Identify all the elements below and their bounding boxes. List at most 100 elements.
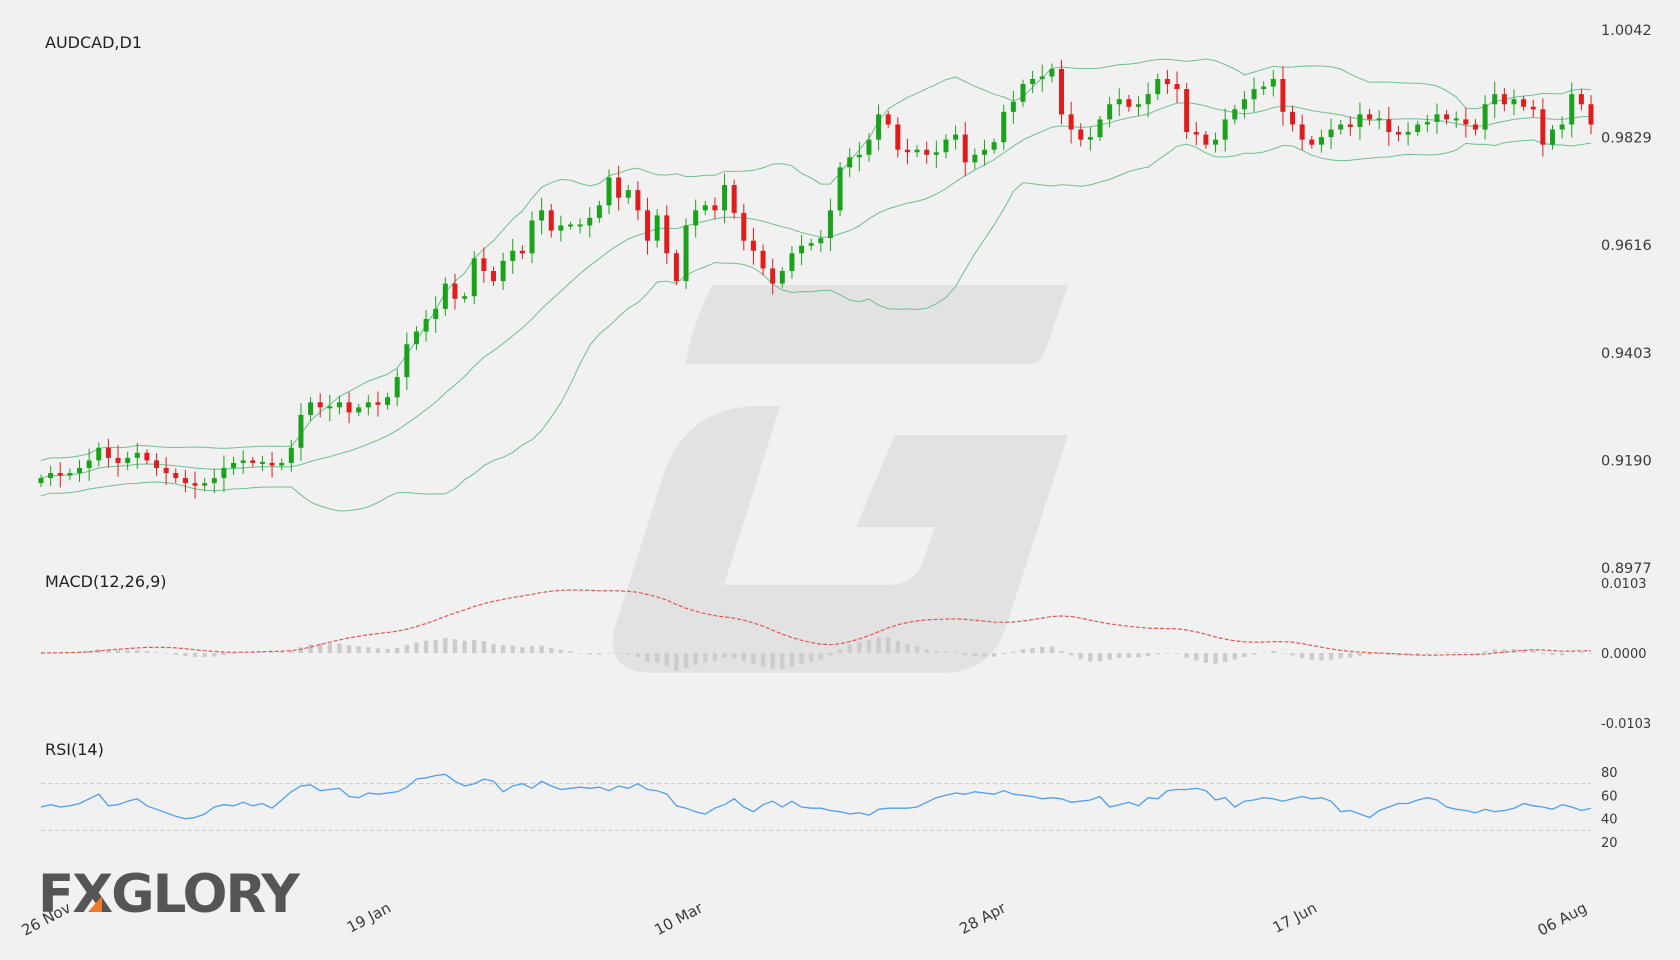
candle-body	[1347, 124, 1353, 127]
main-chart-title: AUDCAD,D1	[45, 33, 142, 52]
macd-histogram-bar	[597, 653, 602, 655]
candle-body	[1511, 99, 1517, 105]
macd-histogram-bar	[1011, 651, 1016, 653]
rsi-tick-label: 60	[1601, 789, 1618, 804]
candle-body	[163, 467, 169, 474]
candle-body	[269, 462, 275, 466]
macd-histogram-bar	[1232, 653, 1237, 660]
chart-root: AUDCAD,D1 1.0042 0.9829 0.9616 0.9403 0.9190…	[0, 0, 1680, 960]
macd-histogram-bar	[1444, 652, 1449, 653]
candle-body	[394, 377, 400, 398]
candle-body	[1549, 129, 1555, 145]
candle-body	[1318, 137, 1324, 145]
candle-body	[1126, 99, 1132, 107]
macd-histogram-bar	[606, 652, 612, 654]
candle-body	[664, 215, 670, 254]
candle-body	[336, 402, 342, 408]
rsi-tick-label: 20	[1601, 836, 1618, 851]
macd-histogram-bar	[395, 647, 400, 653]
candle-body	[67, 473, 73, 476]
macd-histogram-bar	[674, 653, 679, 671]
price-tick-label: 0.9829	[1601, 131, 1652, 147]
candle-body	[1338, 124, 1344, 130]
macd-histogram-bar	[1473, 653, 1478, 654]
candle-body	[404, 344, 410, 378]
macd-histogram-bar	[886, 637, 891, 653]
macd-histogram-bar	[1020, 649, 1026, 653]
macd-histogram-bar	[866, 639, 872, 653]
candle-body	[529, 220, 535, 254]
candle-body	[577, 224, 583, 227]
macd-histogram-bar	[876, 637, 881, 653]
macd-tick-label: -0.0103	[1601, 717, 1651, 732]
candle-body	[327, 406, 333, 409]
candle-body	[914, 149, 920, 153]
macd-histogram-bar	[1145, 653, 1151, 657]
macd-histogram-bar	[1299, 653, 1305, 659]
candle-body	[1020, 84, 1026, 102]
macd-histogram-bar	[924, 649, 929, 653]
candle-body	[1434, 114, 1440, 122]
candle-body	[1521, 99, 1527, 107]
candle-body	[741, 212, 747, 241]
macd-histogram-bar	[135, 650, 140, 653]
macd-histogram-bar	[1540, 653, 1546, 655]
macd-histogram-bar	[712, 653, 718, 661]
macd-histogram-bar	[1434, 652, 1440, 654]
macd-histogram-bar	[337, 643, 342, 653]
candle-body	[1290, 111, 1296, 125]
candle-body	[1540, 109, 1546, 145]
candle-body	[789, 253, 795, 271]
candle-body	[818, 238, 824, 244]
candle-body	[606, 177, 612, 206]
macd-histogram-bar	[452, 639, 458, 653]
candle-body	[635, 190, 641, 211]
macd-histogram-bar	[1280, 653, 1286, 654]
candle-body	[1415, 124, 1421, 133]
candle-body	[1578, 94, 1584, 105]
candle-body	[1492, 94, 1498, 105]
candle-body	[1241, 99, 1247, 110]
candle-body	[953, 134, 959, 140]
candle-body	[500, 260, 506, 282]
candle-body	[1424, 121, 1430, 125]
macd-histogram-bar	[895, 640, 901, 653]
candle-body	[471, 258, 477, 297]
macd-histogram-bar	[1155, 653, 1160, 655]
macd-histogram-bar	[549, 647, 554, 653]
macd-histogram-bar	[520, 647, 525, 653]
candle-body	[1309, 139, 1315, 145]
macd-histogram-bar	[1290, 653, 1295, 656]
macd-title: MACD(12,26,9)	[45, 572, 167, 591]
candle-body	[259, 461, 265, 464]
candle-body	[240, 460, 246, 463]
candle-body	[48, 473, 54, 479]
candle-body	[1058, 68, 1064, 115]
candle-body	[808, 243, 814, 246]
candle-body	[750, 240, 756, 251]
candle-body	[375, 402, 381, 405]
macd-histogram-bar	[616, 653, 621, 654]
macd-histogram-bar	[1319, 653, 1324, 661]
candle-body	[1174, 84, 1180, 90]
candle-body	[1482, 104, 1488, 130]
macd-histogram-bar	[154, 652, 159, 653]
macd-histogram-bar	[1482, 651, 1488, 653]
candle-body	[1136, 104, 1142, 107]
candle-body	[125, 457, 131, 463]
candle-body	[731, 185, 737, 213]
macd-histogram-bar	[1579, 651, 1584, 653]
candle-body	[1097, 119, 1103, 138]
candle-body	[924, 149, 930, 155]
candle-body	[1588, 104, 1594, 125]
candle-body	[1001, 111, 1007, 143]
macd-histogram-bar	[327, 643, 333, 653]
candle-body	[1222, 119, 1228, 140]
macd-histogram-bar	[1251, 653, 1257, 655]
watermark-g-body	[612, 406, 1068, 673]
macd-histogram-bar	[828, 653, 833, 656]
macd-histogram-bar	[539, 645, 544, 653]
macd-histogram-bar	[1338, 653, 1343, 659]
macd-histogram-bar	[221, 653, 227, 656]
macd-histogram-bar	[568, 651, 573, 653]
